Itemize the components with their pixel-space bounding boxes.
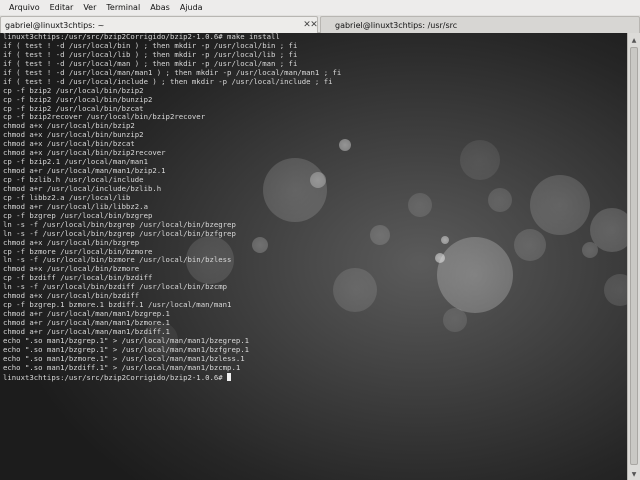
bokeh-circle <box>530 175 590 235</box>
scroll-thumb[interactable] <box>630 47 638 465</box>
vertical-scrollbar[interactable]: ▲ ▼ <box>627 33 640 480</box>
menu-arquivo[interactable]: Arquivo <box>4 0 45 15</box>
tab-home[interactable]: gabriel@linuxt3chtips: ~ ✕ <box>0 16 318 33</box>
terminal-view[interactable]: linuxt3chtips:/usr/src/bzip2Corrigido/bz… <box>0 33 627 480</box>
menu-terminal[interactable]: Terminal <box>101 0 145 15</box>
text-cursor <box>227 372 232 381</box>
tab-usr-src-label: gabriel@linuxt3chtips: /usr/src <box>335 20 458 30</box>
bokeh-circle <box>441 236 449 244</box>
tab-bar: gabriel@linuxt3chtips: ~ ✕ ✕ gabriel@lin… <box>0 15 640 33</box>
scroll-down-icon[interactable]: ▼ <box>628 468 640 480</box>
menu-ver[interactable]: Ver <box>78 0 101 15</box>
bokeh-circle <box>488 188 512 212</box>
tab-home-label: gabriel@linuxt3chtips: ~ <box>5 20 105 30</box>
bokeh-circle <box>582 242 598 258</box>
terminal-prompt-line: linuxt3chtips:/usr/src/bzip2Corrigido/bz… <box>3 372 341 382</box>
bokeh-circle <box>443 308 467 332</box>
menu-abas[interactable]: Abas <box>145 0 175 15</box>
tab-usr-src[interactable]: ✕ gabriel@linuxt3chtips: /usr/src <box>310 16 640 33</box>
bokeh-circle <box>437 237 513 313</box>
menu-ajuda[interactable]: Ajuda <box>175 0 208 15</box>
bokeh-circle <box>460 140 500 180</box>
bokeh-circle <box>514 229 546 261</box>
bokeh-circle <box>408 193 432 217</box>
scroll-up-icon[interactable]: ▲ <box>628 34 640 46</box>
terminal-output: linuxt3chtips:/usr/src/bzip2Corrigido/bz… <box>3 33 341 382</box>
menu-bar: Arquivo Editar Ver Terminal Abas Ajuda <box>0 0 640 15</box>
bokeh-circle <box>435 253 445 263</box>
bokeh-circle <box>590 208 627 252</box>
terminal-prompt: linuxt3chtips:/usr/src/bzip2Corrigido/bz… <box>3 372 228 382</box>
bokeh-circle <box>604 274 627 306</box>
menu-editar[interactable]: Editar <box>45 0 79 15</box>
bokeh-circle <box>370 225 390 245</box>
terminal-line: echo ".so man1/bzdiff.1" > /usr/local/ma… <box>3 362 241 372</box>
close-icon[interactable]: ✕ <box>308 19 320 31</box>
